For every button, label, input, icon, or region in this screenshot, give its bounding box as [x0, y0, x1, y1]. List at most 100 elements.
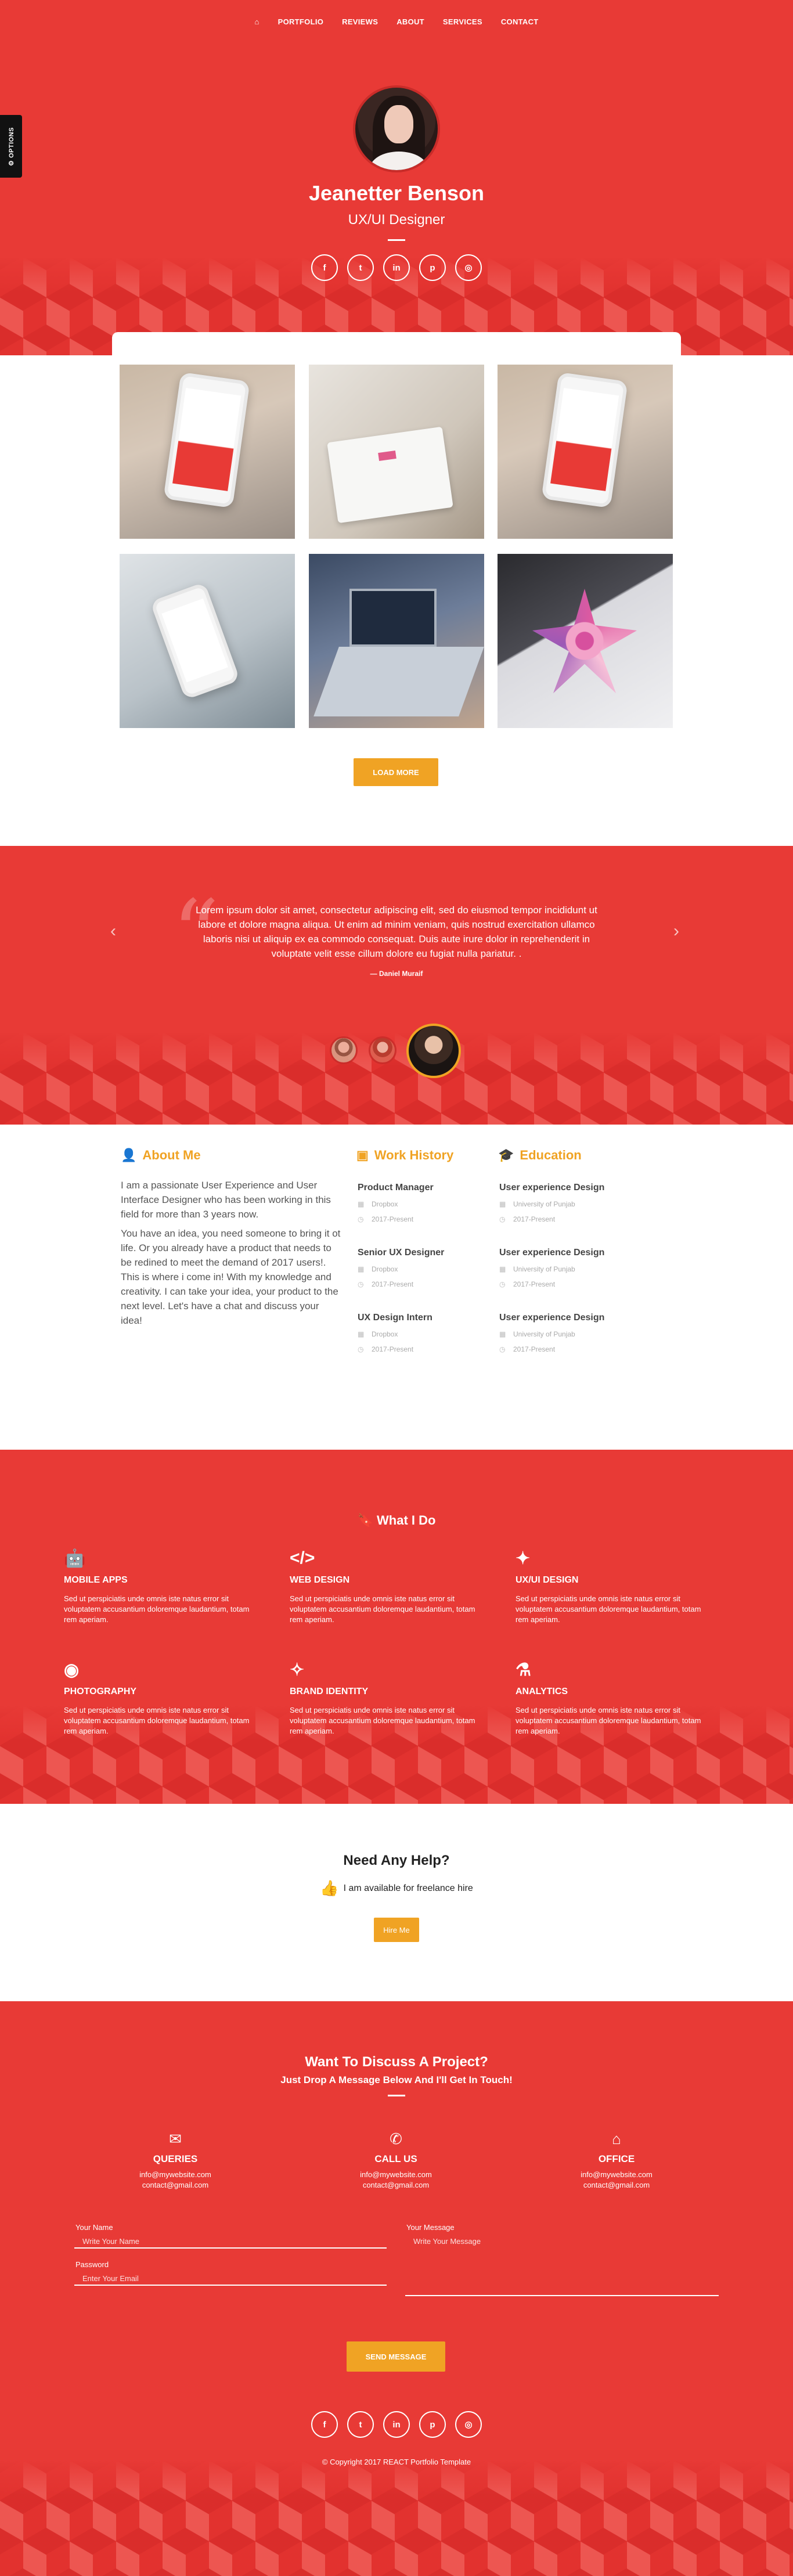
work-entry: Product Manager ▦ Dropbox ◷ 2017-Present [358, 1183, 434, 1223]
linkedin-icon[interactable]: in [383, 2411, 410, 2438]
nav-services[interactable]: SERVICES [443, 17, 482, 26]
contact-title: Want To Discuss A Project? [305, 2054, 488, 2070]
nav-contact[interactable]: CONTACT [501, 17, 539, 26]
portfolio-item[interactable] [309, 365, 484, 539]
contact-call: ✆ CALL US info@mywebsite.com contact@gmai… [309, 2130, 483, 2190]
building-icon: ▦ [499, 1200, 506, 1208]
android-icon: 🤖 [64, 1549, 86, 1568]
divider [388, 239, 405, 241]
envelope-icon: ✉ [169, 2130, 182, 2148]
education-entry: User experience Design ▦ University of Pu… [499, 1313, 605, 1353]
pinterest-icon[interactable]: p [419, 2411, 446, 2438]
flask-icon: ⚗ [516, 1660, 531, 1680]
nav-portfolio[interactable]: PORTFOLIO [278, 17, 324, 26]
instagram-icon[interactable]: ◎ [455, 2411, 482, 2438]
contact-subtitle: Just Drop A Message Below And I'll Get I… [280, 2074, 513, 2085]
portfolio-card [112, 332, 681, 367]
testimonial-quote: Lorem ipsum dolor sit amet, consectetur … [196, 905, 597, 959]
hero-socials: f t in p ◎ [0, 254, 793, 281]
hire-title: Need Any Help? [343, 1853, 450, 1868]
contact-office: ⌂ OFFICE info@mywebsite.com contact@gmail… [529, 2130, 704, 2190]
contact-section: Want To Discuss A Project? Just Drop A M… [0, 2001, 793, 2576]
graduation-cap-icon: 🎓 [498, 1148, 514, 1162]
about-title: 👤 About Me [121, 1148, 201, 1162]
hire-me-button[interactable]: Hire Me [374, 1918, 419, 1942]
instagram-icon[interactable]: ◎ [455, 254, 482, 281]
footer-socials: f t in p ◎ [0, 2411, 793, 2438]
services-title: 🔖 What I Do [357, 1513, 436, 1527]
hero-section: ⌂ PORTFOLIO REVIEWS ABOUT SERVICES CONTA… [0, 0, 793, 355]
avatar[interactable] [330, 1036, 358, 1064]
user-icon: 👤 [121, 1148, 137, 1162]
work-entry: Senior UX Designer ▦ Dropbox ◷ 2017-Presen… [358, 1248, 445, 1288]
cube-pattern [0, 1032, 793, 1125]
thumbs-up-icon: 👍 [320, 1879, 339, 1897]
facebook-icon[interactable]: f [311, 254, 338, 281]
clock-icon: ◷ [358, 1345, 364, 1353]
work-entry: UX Design Intern ▦ Dropbox ◷ 2017-Present [358, 1313, 432, 1353]
gear-icon: ⚙ [8, 157, 15, 166]
load-more-button[interactable]: LOAD MORE [354, 758, 438, 786]
service-item: ⚗ ANALYTICS Sed ut perspiciatis unde omn… [516, 1660, 713, 1736]
hire-section: Need Any Help? 👍 I am available for free… [0, 1804, 793, 2001]
service-item: </> WEB DESIGN Sed ut perspiciatis unde … [290, 1548, 487, 1625]
about-paragraph: I am a passionate User Experience and Us… [121, 1180, 331, 1220]
testimonial-author: — Daniel Muraif [370, 970, 423, 978]
portfolio-item[interactable] [120, 365, 295, 539]
briefcase-icon: ▣ [356, 1148, 369, 1162]
name-label: Your Name [75, 2223, 113, 2232]
name-input[interactable]: Write Your Name [74, 2233, 387, 2249]
message-textarea[interactable]: Write Your Message [405, 2233, 719, 2296]
services-section: 🔖 What I Do 🤖 MOBILE APPS Sed ut perspic… [0, 1450, 793, 1804]
twitter-icon[interactable]: t [347, 254, 374, 281]
education-entry: User experience Design ▦ University of Pu… [499, 1183, 605, 1223]
clock-icon: ◷ [499, 1345, 506, 1353]
divider [388, 2095, 405, 2096]
profile-avatar [353, 85, 440, 172]
top-nav: ⌂ PORTFOLIO REVIEWS ABOUT SERVICES CONTA… [0, 17, 793, 26]
password-input[interactable]: Enter Your Email [74, 2271, 387, 2286]
education-title: 🎓 Education [498, 1148, 582, 1162]
work-history-title: ▣ Work History [356, 1148, 454, 1162]
nav-about[interactable]: ABOUT [396, 17, 424, 26]
send-message-button[interactable]: SEND MESSAGE [347, 2341, 445, 2372]
lightbulb-icon: ✧ [290, 1660, 305, 1680]
home-icon: ⌂ [612, 2130, 621, 2148]
portfolio-section: LOAD MORE [0, 332, 793, 846]
building-icon: ▦ [499, 1265, 506, 1273]
portfolio-item[interactable] [498, 554, 673, 728]
avatar[interactable] [369, 1036, 396, 1064]
testimonial-section: “ ‹ › Lorem ipsum dolor sit amet, consec… [0, 846, 793, 1125]
service-item: ✦ UX/UI DESIGN Sed ut perspiciatis unde … [516, 1548, 713, 1625]
avatar[interactable] [406, 1024, 461, 1078]
service-item: ◉ PHOTOGRAPHY Sed ut perspiciatis unde o… [64, 1660, 261, 1736]
phone-icon: ✆ [390, 2130, 402, 2148]
contact-queries: ✉ QUERIES info@mywebsite.com contact@gmai… [88, 2130, 262, 2190]
building-icon: ▦ [358, 1265, 365, 1273]
portfolio-item[interactable] [309, 554, 484, 728]
password-label: Password [75, 2260, 109, 2269]
clock-icon: ◷ [499, 1280, 506, 1288]
portfolio-item[interactable] [120, 554, 295, 728]
options-tab[interactable]: ⚙ OPTIONS [0, 115, 22, 178]
about-paragraph: You have an idea, you need someone to br… [121, 1228, 341, 1326]
code-icon: </> [290, 1548, 315, 1568]
clock-icon: ◷ [358, 1215, 364, 1223]
linkedin-icon[interactable]: in [383, 254, 410, 281]
home-icon[interactable]: ⌂ [254, 17, 259, 26]
options-label: OPTIONS [8, 127, 15, 158]
about-section: 👤 About Me I am a passionate User Experi… [0, 1125, 793, 1450]
camera-icon: ◉ [64, 1660, 80, 1680]
facebook-icon[interactable]: f [311, 2411, 338, 2438]
hero-role: UX/UI Designer [348, 212, 445, 228]
pinterest-icon[interactable]: p [419, 254, 446, 281]
clock-icon: ◷ [358, 1280, 364, 1288]
hero-name: Jeanetter Benson [308, 181, 485, 205]
portfolio-item[interactable] [498, 365, 673, 539]
clock-icon: ◷ [499, 1215, 506, 1223]
chevron-right-icon[interactable]: › [673, 921, 679, 941]
message-label: Your Message [406, 2223, 455, 2232]
nav-reviews[interactable]: REVIEWS [342, 17, 378, 26]
chevron-left-icon[interactable]: ‹ [110, 921, 116, 941]
twitter-icon[interactable]: t [347, 2411, 374, 2438]
